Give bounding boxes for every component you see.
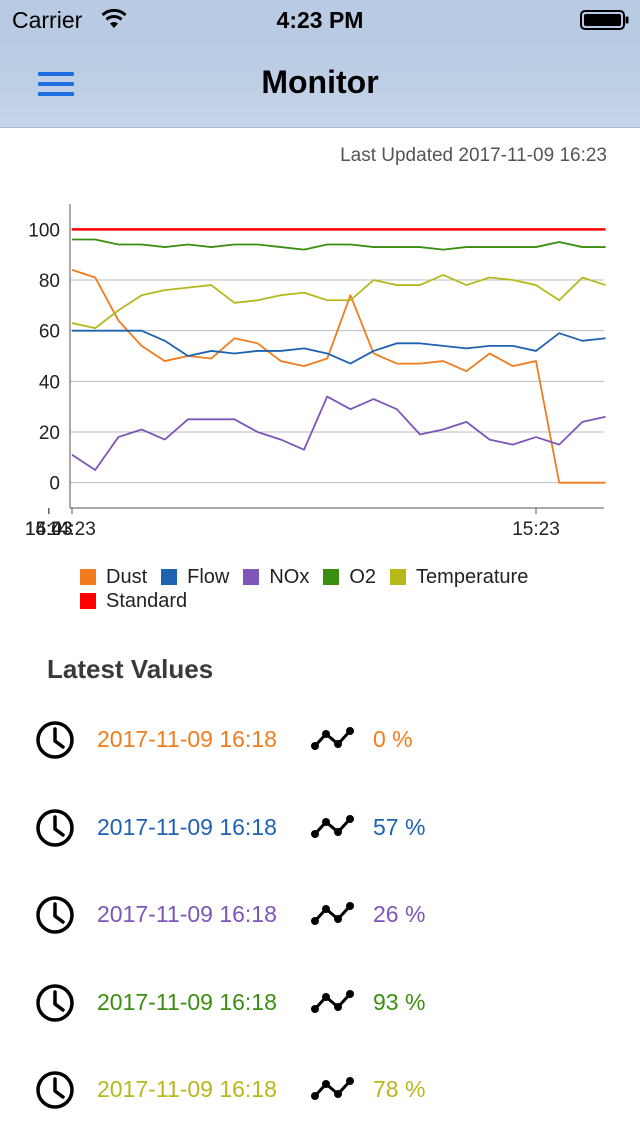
battery-icon xyxy=(580,10,629,30)
timestamp-text: 2017-11-09 16:18 xyxy=(97,988,277,1015)
legend-swatch xyxy=(390,569,407,585)
legend-swatch xyxy=(80,569,96,585)
latest-values-title: Latest Values xyxy=(47,654,214,684)
legend-label: Standard xyxy=(106,589,188,612)
timestamp-text: 2017-11-09 16:18 xyxy=(97,1076,277,1102)
clock-icon xyxy=(36,808,74,847)
clock-icon xyxy=(36,721,74,759)
legend-item-o2: O2 xyxy=(323,565,376,589)
legend-item-temperature: Temperature xyxy=(390,565,528,589)
legend-swatch xyxy=(161,569,178,585)
last-updated-text: Last Updated 2017-11-09 16:23 xyxy=(340,145,607,166)
chart-series xyxy=(71,228,606,484)
navigation-bar: Monitor xyxy=(0,40,640,128)
legend-swatch xyxy=(80,593,96,609)
clock-icon xyxy=(36,1071,74,1109)
y-tick-label: 80 xyxy=(39,271,60,292)
y-tick-label: 100 xyxy=(28,220,60,241)
line-chart: 0 20 40 60 80 100 14:2314:4315:03 15:2315:4316… xyxy=(25,204,606,540)
legend-item-flow: Flow xyxy=(161,565,229,589)
legend-label: O2 xyxy=(349,565,377,588)
trend-line-icon xyxy=(311,989,354,1013)
series-line-dust xyxy=(71,269,606,484)
value-text: 93 % xyxy=(373,988,426,1015)
status-time: 4:23 PM xyxy=(276,7,364,33)
value-text: 26 % xyxy=(373,901,426,927)
chart-gridlines xyxy=(70,228,604,484)
legend-item-nox: NOx xyxy=(243,565,309,589)
legend-label: Dust xyxy=(106,565,148,588)
x-tick-label: 15:23 xyxy=(512,519,560,540)
legend-label: Flow xyxy=(187,565,230,588)
clock-icon xyxy=(36,896,74,934)
status-bar: Carrier 4:23 PM xyxy=(0,0,640,40)
latest-values-list: 2017-11-09 16:18 0 % 2017-11-09 16:18 57 % 2… xyxy=(0,698,640,1136)
value-text: 57 % xyxy=(373,813,426,840)
chart-legend: Dust Flow NOx O2 Temperature Standard xyxy=(80,565,600,613)
series-line-o2 xyxy=(72,238,606,251)
legend-swatch xyxy=(323,569,340,585)
list-item: 2017-11-09 16:18 93 % xyxy=(0,961,640,1049)
legend-label: Temperature xyxy=(416,565,529,588)
legend-label: NOx xyxy=(269,565,310,588)
y-tick-label: 60 xyxy=(39,322,60,343)
list-item: 2017-11-09 16:18 0 % xyxy=(0,698,640,786)
x-tick-label: 16:03 xyxy=(25,519,73,540)
trend-line-icon xyxy=(311,814,354,838)
chart-y-axis: 0 20 40 60 80 100 xyxy=(28,220,60,494)
value-text: 0 % xyxy=(373,726,413,752)
clock-icon xyxy=(36,983,74,1022)
trend-line-icon xyxy=(311,727,354,750)
y-tick-label: 0 xyxy=(49,474,60,495)
list-item: 2017-11-09 16:18 78 % xyxy=(0,1048,640,1136)
chart-x-axis: 14:2314:4315:03 15:2315:4316:03 xyxy=(25,508,560,540)
legend-item-dust: Dust xyxy=(80,565,147,589)
timestamp-text: 2017-11-09 16:18 xyxy=(97,726,277,752)
trend-line-icon xyxy=(311,902,354,925)
series-line-temperature xyxy=(71,274,606,330)
series-line-flow xyxy=(72,329,606,365)
list-item: 2017-11-09 16:18 26 % xyxy=(0,873,640,961)
legend-swatch xyxy=(243,569,260,585)
page-title: Monitor xyxy=(261,64,379,100)
timestamp-text: 2017-11-09 16:18 xyxy=(97,901,277,927)
legend-item-standard: Standard xyxy=(80,589,187,613)
y-tick-label: 40 xyxy=(39,372,60,393)
timestamp-text: 2017-11-09 16:18 xyxy=(97,813,277,840)
list-item: 2017-11-09 16:18 57 % xyxy=(0,786,640,874)
series-line-nox xyxy=(71,395,606,471)
value-text: 78 % xyxy=(373,1076,426,1102)
y-tick-label: 20 xyxy=(39,423,60,444)
trend-line-icon xyxy=(311,1077,354,1100)
